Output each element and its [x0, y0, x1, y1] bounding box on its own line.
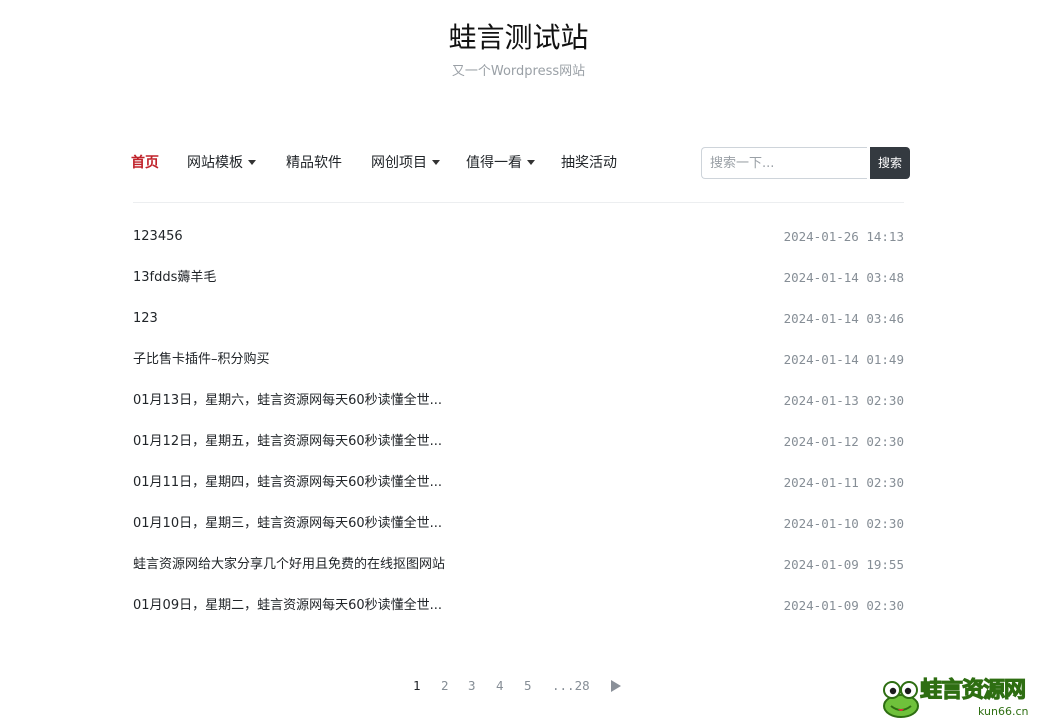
nav-item-home[interactable]: 首页 — [131, 147, 159, 179]
page-link-1[interactable]: 1 — [413, 674, 421, 698]
search-form: 搜索 — [701, 147, 910, 179]
post-row: 13fdds薅羊毛 2024-01-14 03:48 — [133, 258, 904, 299]
post-row: 01月11日，星期四，蛙言资源网每天60秒读懂全世... 2024-01-11 … — [133, 463, 904, 504]
post-date: 2024-01-12 02:30 — [783, 434, 904, 449]
nav-item-lottery[interactable]: 抽奖活动 — [561, 147, 617, 179]
watermark-logo: 蛙言资源网 kun66.cn — [880, 676, 1032, 722]
post-date: 2024-01-14 01:49 — [783, 352, 904, 367]
post-title-link[interactable]: 01月11日，星期四，蛙言资源网每天60秒读懂全世... — [133, 474, 442, 492]
post-row: 子比售卡插件–积分购买 2024-01-14 01:49 — [133, 340, 904, 381]
post-date: 2024-01-14 03:46 — [783, 311, 904, 326]
post-title-link[interactable]: 蛙言资源网给大家分享几个好用且免费的在线抠图网站 — [133, 556, 445, 574]
watermark-text: 蛙言资源网 — [919, 678, 1026, 704]
page-link-4[interactable]: 4 — [496, 674, 504, 698]
post-title-link[interactable]: 01月09日，星期二，蛙言资源网每天60秒读懂全世... — [133, 597, 442, 615]
nav-item-worth-a-look[interactable]: 值得一看 — [466, 147, 535, 179]
nav-item-site-templates[interactable]: 网站模板 — [187, 147, 256, 179]
nav-item-label: 网创项目 — [371, 155, 427, 171]
post-row: 01月13日，星期六，蛙言资源网每天60秒读懂全世... 2024-01-13 … — [133, 381, 904, 422]
post-date: 2024-01-09 19:55 — [783, 557, 904, 572]
next-arrow-icon[interactable] — [611, 680, 621, 692]
nav-item-premium-software[interactable]: 精品软件 — [286, 147, 342, 179]
post-title-link[interactable]: 13fdds薅羊毛 — [133, 269, 216, 287]
page-link-5[interactable]: 5 — [524, 674, 532, 698]
page-link-last[interactable]: ...28 — [552, 674, 590, 698]
site-title[interactable]: 蛙言测试站 — [0, 18, 1037, 58]
post-date: 2024-01-13 02:30 — [783, 393, 904, 408]
nav-item-label: 精品软件 — [286, 155, 342, 171]
post-list: 123456 2024-01-26 14:13 13fdds薅羊毛 2024-0… — [133, 217, 904, 627]
post-date: 2024-01-10 02:30 — [783, 516, 904, 531]
caret-down-icon — [527, 160, 535, 165]
site-subtitle: 又一个Wordpress网站 — [451, 64, 586, 79]
post-date: 2024-01-11 02:30 — [783, 475, 904, 490]
page-link-3[interactable]: 3 — [468, 674, 476, 698]
divider — [133, 202, 904, 203]
page-link-2[interactable]: 2 — [441, 674, 449, 698]
post-row: 01月10日，星期三，蛙言资源网每天60秒读懂全世... 2024-01-10 … — [133, 504, 904, 545]
frog-icon — [883, 681, 919, 718]
nav-item-label: 值得一看 — [466, 155, 522, 171]
post-title-link[interactable]: 01月10日，星期三，蛙言资源网每天60秒读懂全世... — [133, 515, 442, 533]
post-row: 蛙言资源网给大家分享几个好用且免费的在线抠图网站 2024-01-09 19:5… — [133, 545, 904, 586]
post-title-link[interactable]: 子比售卡插件–积分购买 — [133, 351, 270, 369]
search-button[interactable]: 搜索 — [870, 147, 910, 179]
post-title-link[interactable]: 01月13日，星期六，蛙言资源网每天60秒读懂全世... — [133, 392, 442, 410]
nav-item-online-projects[interactable]: 网创项目 — [371, 147, 440, 179]
nav-item-label: 网站模板 — [187, 155, 243, 171]
caret-down-icon — [248, 160, 256, 165]
post-date: 2024-01-26 14:13 — [783, 229, 904, 244]
watermark-domain: kun66.cn — [978, 705, 1029, 718]
post-title-link[interactable]: 123 — [133, 310, 158, 328]
post-row: 123456 2024-01-26 14:13 — [133, 217, 904, 258]
nav-item-label: 首页 — [131, 155, 159, 171]
post-title-link[interactable]: 01月12日，星期五，蛙言资源网每天60秒读懂全世... — [133, 433, 442, 451]
caret-down-icon — [432, 160, 440, 165]
search-input[interactable] — [701, 147, 867, 179]
pagination: 1 2 3 4 5 ...28 — [400, 674, 640, 698]
post-row: 01月09日，星期二，蛙言资源网每天60秒读懂全世... 2024-01-09 … — [133, 586, 904, 627]
post-title-link[interactable]: 123456 — [133, 228, 183, 246]
post-date: 2024-01-14 03:48 — [783, 270, 904, 285]
post-date: 2024-01-09 02:30 — [783, 598, 904, 613]
nav-item-label: 抽奖活动 — [561, 155, 617, 171]
post-row: 01月12日，星期五，蛙言资源网每天60秒读懂全世... 2024-01-12 … — [133, 422, 904, 463]
post-row: 123 2024-01-14 03:46 — [133, 299, 904, 340]
